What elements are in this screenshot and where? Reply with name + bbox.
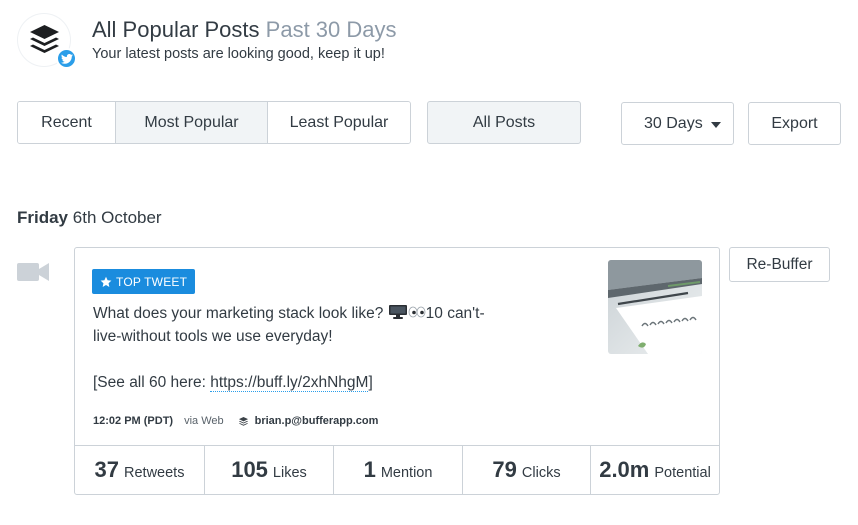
buffer-stack-icon [238, 416, 248, 426]
sort-tabs: Recent Most Popular Least Popular [17, 101, 411, 144]
tab-recent[interactable]: Recent [18, 102, 116, 143]
post-text-line-3 [93, 348, 513, 371]
page-title-period: Past 30 Days [265, 17, 397, 42]
stat-label: Mention [380, 464, 433, 481]
tab-most-popular[interactable]: Most Popular [116, 102, 268, 143]
stat-label: Retweets [124, 464, 185, 481]
all-posts-button[interactable]: All Posts [427, 101, 581, 144]
range-dropdown-value: 30 Days [644, 114, 703, 132]
export-button[interactable]: Export [748, 102, 841, 145]
page-title: All Popular Posts Past 30 Days [92, 17, 397, 43]
stat-value: 1 [363, 457, 376, 482]
post-text-part: 10 can't- [425, 305, 485, 322]
stat-label: Clicks [521, 464, 561, 481]
post-link[interactable]: https://buff.ly/2xhNhgM [210, 374, 369, 392]
page-title-main: All Popular Posts [92, 17, 260, 42]
post-text-line-4: [See all 60 here: https://buff.ly/2xhNhg… [93, 371, 513, 394]
stat-value: 37 [94, 457, 120, 482]
page-subtitle: Your latest posts are looking good, keep… [92, 46, 385, 62]
stat-label: Potential [654, 464, 711, 481]
day-heading: Friday 6th October [17, 208, 162, 228]
post-meta: 12:02 PM (PDT) via Web brian.p@bufferapp… [93, 415, 378, 427]
post-account: brian.p@bufferapp.com [254, 415, 379, 427]
range-dropdown[interactable]: 30 Days [621, 102, 734, 145]
post-via: via Web [184, 415, 224, 427]
stat-label: Likes [272, 464, 307, 481]
caret-down-icon [711, 122, 721, 128]
stat-likes: 105 Likes [205, 446, 334, 494]
computer-emoji-icon [388, 305, 407, 319]
tab-least-popular[interactable]: Least Popular [268, 102, 410, 143]
post-time: 12:02 PM (PDT) [93, 415, 174, 427]
post-text: What does your marketing stack look like… [93, 302, 513, 394]
post-image-thumbnail[interactable] [608, 260, 702, 354]
stat-potential: 2.0m Potential [591, 446, 719, 494]
rebuffer-button[interactable]: Re-Buffer [729, 247, 830, 282]
video-camera-icon [17, 263, 49, 281]
top-tweet-badge: TOP TWEET [92, 269, 196, 294]
star-icon [100, 276, 112, 287]
profile-avatar [18, 14, 77, 69]
post-text-part: What does your marketing stack look like… [93, 305, 388, 322]
post-text-line-2: live-without tools we use everyday! [93, 328, 333, 345]
twitter-icon [56, 48, 77, 69]
stat-value: 79 [492, 457, 517, 482]
stat-value: 2.0m [599, 457, 650, 482]
stat-value: 105 [231, 457, 268, 482]
badge-label: TOP TWEET [116, 274, 188, 289]
post-text-part: ] [368, 374, 373, 391]
stat-clicks: 79 Clicks [463, 446, 591, 494]
post-text-part: [See all 60 here: [93, 374, 211, 391]
post-text-line-1: What does your marketing stack look like… [93, 302, 513, 325]
eyes-emoji-icon [408, 306, 426, 318]
stat-retweets: 37 Retweets [75, 446, 205, 494]
day-date: 6th October [72, 208, 162, 227]
post-stats: 37 Retweets 105 Likes 1 Mention 79 Click… [75, 445, 719, 494]
day-weekday: Friday [17, 208, 69, 227]
post-card: TOP TWEET What does your marketing stack… [74, 247, 720, 495]
stat-mentions: 1 Mention [334, 446, 463, 494]
